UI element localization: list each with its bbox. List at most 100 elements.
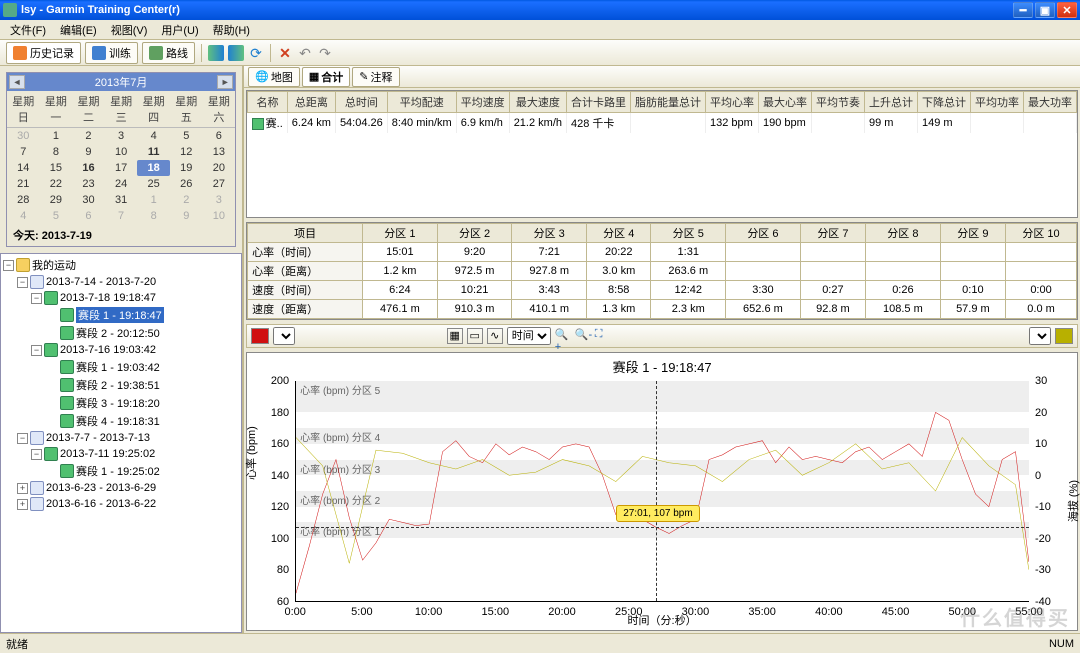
- tree-item[interactable]: 赛段 4 - 19:18:31: [3, 412, 239, 430]
- tab-notes[interactable]: ✎注释: [352, 67, 399, 87]
- tree-item[interactable]: +2013-6-23 - 2013-6-29: [3, 480, 239, 496]
- menu-edit[interactable]: 编辑(E): [54, 20, 103, 40]
- expand-icon[interactable]: −: [17, 277, 28, 288]
- cal-prev-button[interactable]: ◄: [9, 75, 25, 89]
- calendar-day[interactable]: 27: [203, 176, 236, 192]
- zoom-out-icon[interactable]: 🔍-: [575, 328, 591, 344]
- summary-col[interactable]: 平均速度: [456, 92, 509, 113]
- send-to-device-icon[interactable]: [208, 45, 224, 61]
- tree-item[interactable]: +2013-6-16 - 2013-6-22: [3, 496, 239, 512]
- tree-item[interactable]: −2013-7-7 - 2013-7-13: [3, 430, 239, 446]
- tree-item[interactable]: −2013-7-18 19:18:47: [3, 290, 239, 306]
- tree-item[interactable]: 赛段 1 - 19:18:47: [3, 306, 239, 324]
- calendar-day[interactable]: 15: [40, 160, 73, 176]
- tab-map[interactable]: 🌐地图: [248, 67, 300, 87]
- right-series-select[interactable]: [1029, 327, 1051, 345]
- calendar-day[interactable]: 16: [72, 160, 105, 176]
- calendar-day[interactable]: 9: [72, 144, 105, 160]
- tab-history[interactable]: 历史记录: [6, 42, 81, 64]
- summary-col[interactable]: 最大功率: [1024, 92, 1077, 113]
- grid-toggle-icon[interactable]: ▦: [447, 328, 463, 344]
- calendar-day[interactable]: 21: [7, 176, 40, 192]
- calendar-day[interactable]: 5: [40, 208, 73, 224]
- chart-area[interactable]: 赛段 1 - 19:18:47 6080100120140160180200 -…: [246, 352, 1078, 631]
- tree-item[interactable]: 赛段 1 - 19:25:02: [3, 462, 239, 480]
- summary-col[interactable]: 合计卡路里: [567, 92, 631, 113]
- calendar-day[interactable]: 31: [105, 192, 138, 208]
- cal-today[interactable]: 今天: 2013-7-19: [7, 224, 235, 246]
- calendar-day[interactable]: 14: [7, 160, 40, 176]
- calendar-day[interactable]: 8: [40, 144, 73, 160]
- summary-col[interactable]: 上升总计: [865, 92, 918, 113]
- calendar-day[interactable]: 22: [40, 176, 73, 192]
- cal-next-button[interactable]: ►: [217, 75, 233, 89]
- left-series-color[interactable]: [251, 328, 269, 344]
- calendar-day[interactable]: 24: [105, 176, 138, 192]
- calendar-day[interactable]: 8: [137, 208, 170, 224]
- expand-icon[interactable]: −: [17, 433, 28, 444]
- calendar-day[interactable]: 7: [105, 208, 138, 224]
- tree-item[interactable]: 赛段 2 - 19:38:51: [3, 376, 239, 394]
- minimize-button[interactable]: ━: [1013, 2, 1033, 18]
- summary-col[interactable]: 最大速度: [509, 92, 566, 113]
- receive-from-device-icon[interactable]: [228, 45, 244, 61]
- summary-col[interactable]: 平均配速: [387, 92, 456, 113]
- calendar-day[interactable]: 4: [137, 128, 170, 144]
- summary-col[interactable]: 平均功率: [971, 92, 1024, 113]
- tree-item[interactable]: 赛段 3 - 19:18:20: [3, 394, 239, 412]
- tab-training[interactable]: 训练: [85, 42, 138, 64]
- tab-totals[interactable]: ▦合计: [302, 67, 350, 87]
- tree-item[interactable]: −2013-7-16 19:03:42: [3, 342, 239, 358]
- calendar-day[interactable]: 6: [72, 208, 105, 224]
- calendar-day[interactable]: 11: [137, 144, 170, 160]
- fullscreen-icon[interactable]: ⛶: [595, 328, 611, 344]
- expand-icon[interactable]: +: [17, 499, 28, 510]
- x-axis-select[interactable]: 时间: [507, 327, 551, 345]
- zoom-in-icon[interactable]: 🔍+: [555, 328, 571, 344]
- summary-col[interactable]: 平均节奏: [812, 92, 865, 113]
- maximize-button[interactable]: ▣: [1035, 2, 1055, 18]
- calendar-day[interactable]: 30: [72, 192, 105, 208]
- tree-item[interactable]: 赛段 1 - 19:03:42: [3, 358, 239, 376]
- calendar-day[interactable]: 10: [105, 144, 138, 160]
- tree-item[interactable]: −2013-7-14 - 2013-7-20: [3, 274, 239, 290]
- calendar-day[interactable]: 29: [40, 192, 73, 208]
- summary-col[interactable]: 总时间: [335, 92, 387, 113]
- calendar-day[interactable]: 25: [137, 176, 170, 192]
- tab-route[interactable]: 路线: [142, 42, 195, 64]
- menu-view[interactable]: 视图(V): [105, 20, 154, 40]
- close-button[interactable]: ✕: [1057, 2, 1077, 18]
- menu-file[interactable]: 文件(F): [4, 20, 52, 40]
- calendar-day[interactable]: 7: [7, 144, 40, 160]
- calendar-day[interactable]: 26: [170, 176, 203, 192]
- line-icon[interactable]: ∿: [487, 328, 503, 344]
- summary-col[interactable]: 脂肪能量总计: [631, 92, 706, 113]
- calendar-day[interactable]: 20: [203, 160, 236, 176]
- summary-col[interactable]: 总距离: [287, 92, 335, 113]
- redo-icon[interactable]: ↷: [317, 45, 333, 61]
- expand-icon[interactable]: +: [17, 483, 28, 494]
- delete-icon[interactable]: ✕: [277, 45, 293, 61]
- summary-col[interactable]: 最大心率: [759, 92, 812, 113]
- menu-user[interactable]: 用户(U): [155, 20, 204, 40]
- left-series-select[interactable]: [273, 327, 295, 345]
- calendar-day[interactable]: 10: [203, 208, 236, 224]
- calendar-day[interactable]: 18: [137, 160, 170, 176]
- summary-col[interactable]: 名称: [248, 92, 288, 113]
- calendar-day[interactable]: 4: [7, 208, 40, 224]
- calendar-day[interactable]: 5: [170, 128, 203, 144]
- tree-item[interactable]: 赛段 2 - 20:12:50: [3, 324, 239, 342]
- calendar-day[interactable]: 6: [203, 128, 236, 144]
- calendar-day[interactable]: 9: [170, 208, 203, 224]
- calendar-day[interactable]: 17: [105, 160, 138, 176]
- expand-icon[interactable]: −: [31, 345, 42, 356]
- calendar-day[interactable]: 3: [203, 192, 236, 208]
- calendar-day[interactable]: 2: [72, 128, 105, 144]
- tree-root[interactable]: − 我的运动: [3, 256, 239, 274]
- menu-help[interactable]: 帮助(H): [207, 20, 256, 40]
- tree-item[interactable]: −2013-7-11 19:25:02: [3, 446, 239, 462]
- expand-icon[interactable]: −: [3, 260, 14, 271]
- sync-icon[interactable]: ⟳: [248, 45, 264, 61]
- calendar-day[interactable]: 1: [40, 128, 73, 144]
- expand-icon[interactable]: −: [31, 293, 42, 304]
